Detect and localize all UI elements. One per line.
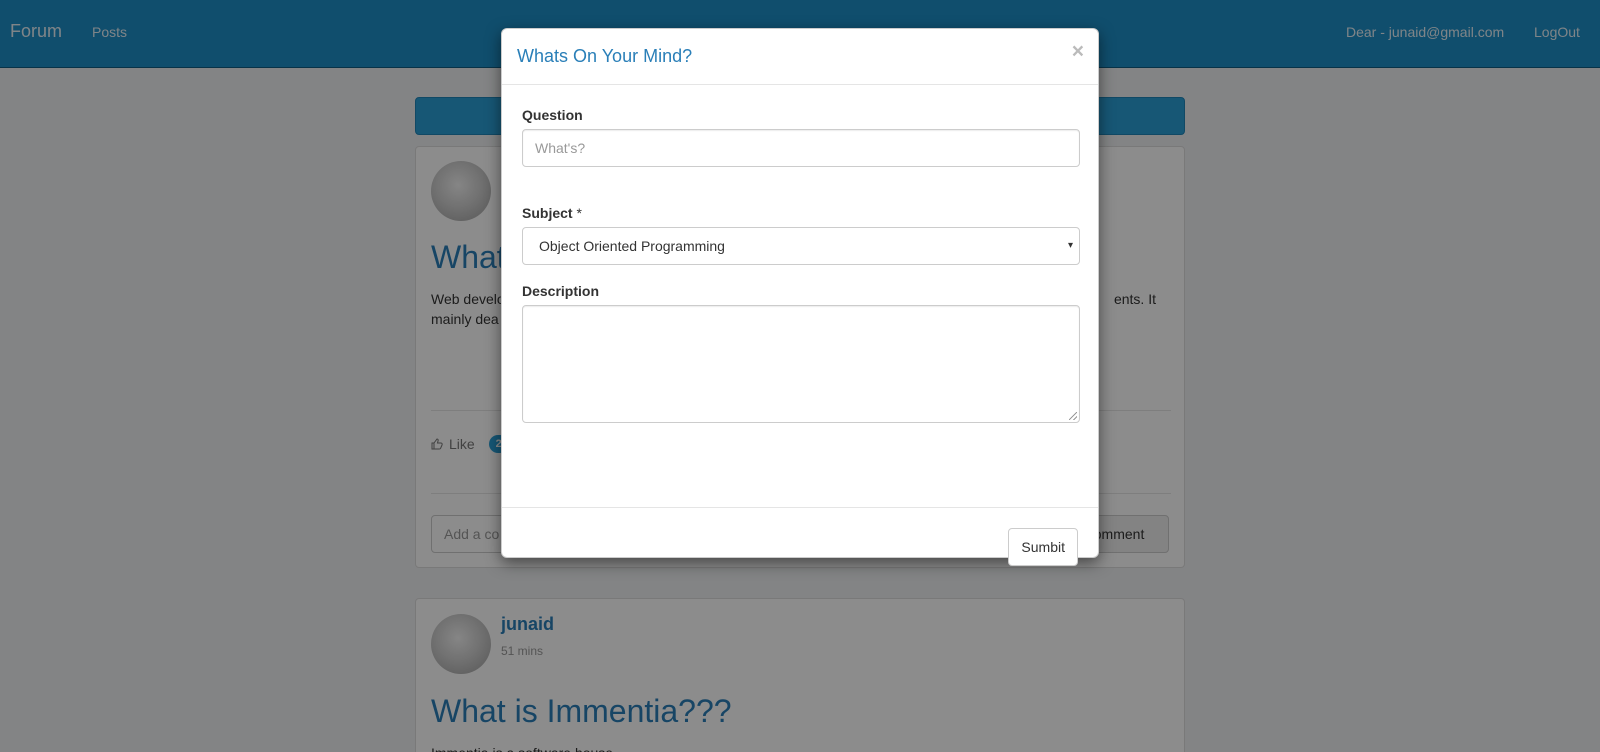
question-input[interactable]: What's? [522,129,1080,167]
modal-title: Whats On Your Mind? [517,46,693,66]
subject-label-text: Subject [522,205,573,221]
chevron-down-icon: ▾ [1067,240,1073,251]
description-label: Description [522,283,600,299]
required-marker: * [576,205,582,221]
subject-selected-value: Object Oriented Programming [539,238,725,254]
modal-header: Whats On Your Mind? × [502,29,1098,85]
description-textarea[interactable] [522,305,1080,423]
submit-button[interactable]: Sumbit [1008,528,1078,566]
question-label: Question [522,107,583,123]
subject-label: Subject * [522,205,582,221]
close-icon[interactable]: × [1072,41,1084,62]
resize-handle-icon[interactable] [1069,412,1077,420]
new-question-modal: Whats On Your Mind? × Question What's? S… [501,28,1099,566]
subject-select[interactable]: Object Oriented Programming ▾ [522,227,1080,265]
modal-footer: Sumbit [502,507,1098,566]
